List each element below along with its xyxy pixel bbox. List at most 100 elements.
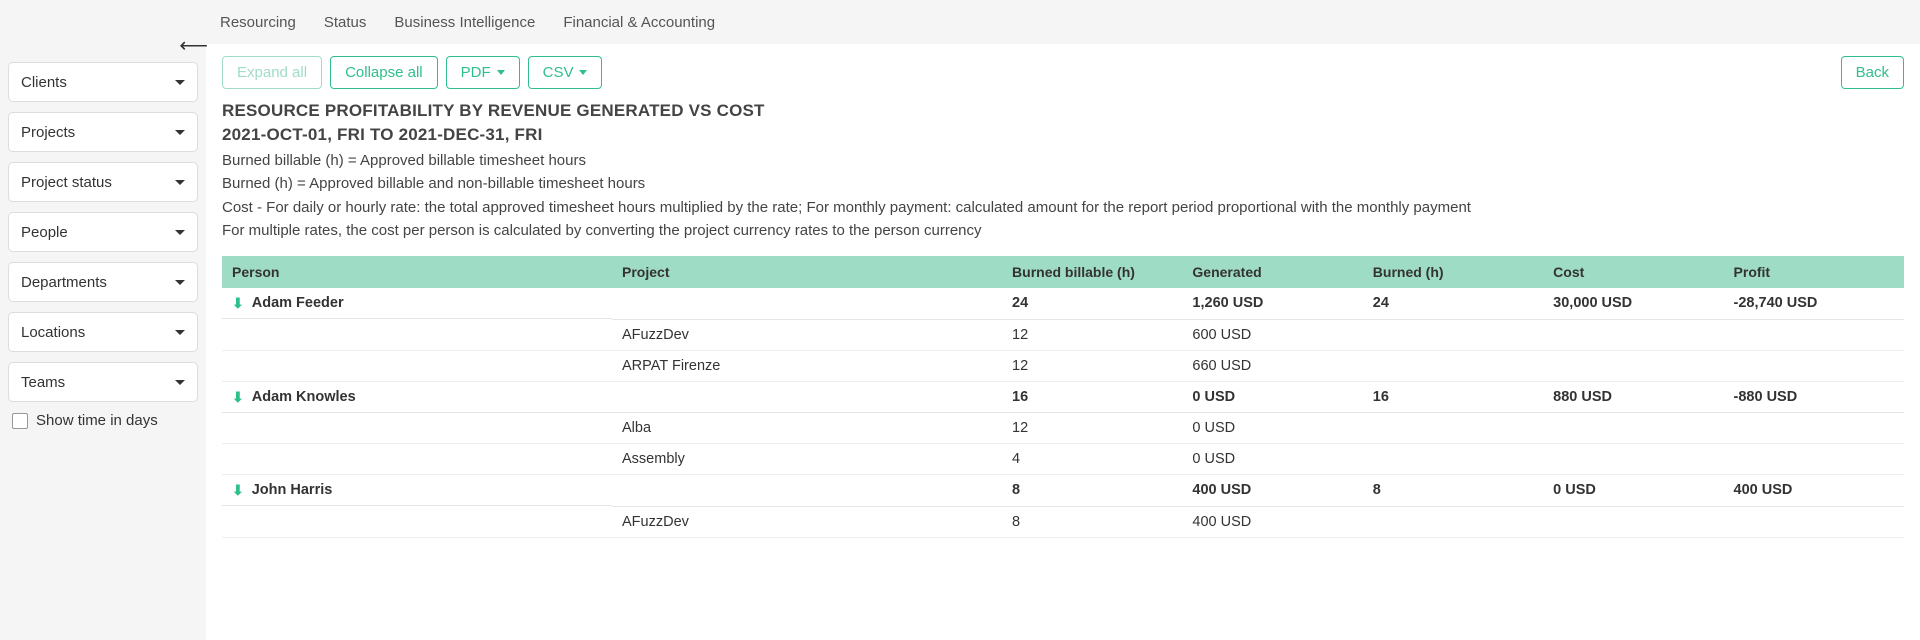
table-group-row[interactable]: ⬇Adam Knowles160 USD16880 USD-880 USD — [222, 381, 1904, 413]
cell-project: Assembly — [612, 444, 1002, 475]
profitability-table: Person Project Burned billable (h) Gener… — [222, 256, 1904, 538]
expand-down-icon[interactable]: ⬇ — [232, 483, 244, 497]
expand-down-icon[interactable]: ⬇ — [232, 296, 244, 310]
collapse-all-button[interactable]: Collapse all — [330, 56, 438, 89]
col-person[interactable]: Person — [222, 256, 612, 288]
cell-burned: 8 — [1363, 475, 1543, 507]
report-header: RESOURCE PROFITABILITY BY REVENUE GENERA… — [222, 101, 1904, 242]
filter-locations[interactable]: Locations — [8, 312, 198, 352]
person-name: Adam Feeder — [252, 295, 344, 311]
table-group-row[interactable]: ⬇John Harris8400 USD80 USD400 USD — [222, 475, 1904, 507]
filter-projects[interactable]: Projects — [8, 112, 198, 152]
person-name: John Harris — [252, 482, 333, 498]
person-name: Adam Knowles — [252, 389, 356, 405]
filter-clients[interactable]: Clients — [8, 62, 198, 102]
cell-burned-billable: 12 — [1002, 413, 1182, 444]
cell-project: ARPAT Firenze — [612, 350, 1002, 381]
cell-project: AFuzzDev — [612, 319, 1002, 350]
report-desc-line: For multiple rates, the cost per person … — [222, 219, 1904, 242]
cell-generated: 1,260 USD — [1182, 288, 1362, 319]
cell-generated: 600 USD — [1182, 319, 1362, 350]
col-burned-billable[interactable]: Burned billable (h) — [1002, 256, 1182, 288]
col-profit[interactable]: Profit — [1724, 256, 1904, 288]
button-label: PDF — [461, 64, 491, 81]
table-row: AFuzzDev12600 USD — [222, 319, 1904, 350]
col-cost[interactable]: Cost — [1543, 256, 1723, 288]
csv-dropdown-button[interactable]: CSV — [528, 56, 603, 89]
chevron-down-icon — [175, 130, 185, 135]
report-date-range: 2021-OCT-01, FRI TO 2021-DEC-31, FRI — [222, 125, 1904, 145]
cell-generated: 0 USD — [1182, 413, 1362, 444]
filter-label: Project status — [21, 174, 112, 191]
table-group-row[interactable]: ⬇Adam Feeder241,260 USD2430,000 USD-28,7… — [222, 288, 1904, 319]
filter-label: Locations — [21, 324, 85, 341]
pdf-dropdown-button[interactable]: PDF — [446, 56, 520, 89]
chevron-down-icon — [497, 70, 505, 75]
cell-project: AFuzzDev — [612, 506, 1002, 537]
sidebar: ⟵ Clients Projects Project status People… — [0, 44, 206, 640]
col-generated[interactable]: Generated — [1182, 256, 1362, 288]
nav-business-intelligence[interactable]: Business Intelligence — [394, 14, 535, 31]
table-row: ARPAT Firenze12660 USD — [222, 350, 1904, 381]
back-button[interactable]: Back — [1841, 56, 1904, 89]
col-burned[interactable]: Burned (h) — [1363, 256, 1543, 288]
table-row: Assembly40 USD — [222, 444, 1904, 475]
show-time-in-days-option[interactable]: Show time in days — [8, 412, 198, 429]
main-content: Expand all Collapse all PDF CSV Back RES… — [206, 44, 1920, 640]
nav-financial-accounting[interactable]: Financial & Accounting — [563, 14, 715, 31]
cell-cost: 0 USD — [1543, 475, 1723, 507]
filter-people[interactable]: People — [8, 212, 198, 252]
cell-burned: 16 — [1363, 381, 1543, 413]
chevron-down-icon — [175, 330, 185, 335]
chevron-down-icon — [175, 380, 185, 385]
filter-departments[interactable]: Departments — [8, 262, 198, 302]
filter-project-status[interactable]: Project status — [8, 162, 198, 202]
cell-cost: 30,000 USD — [1543, 288, 1723, 319]
report-title: RESOURCE PROFITABILITY BY REVENUE GENERA… — [222, 101, 1904, 121]
cell-burned-billable: 24 — [1002, 288, 1182, 319]
cell-project: Alba — [612, 413, 1002, 444]
checkbox-label: Show time in days — [36, 412, 158, 429]
filter-label: Departments — [21, 274, 107, 291]
cell-generated: 0 USD — [1182, 444, 1362, 475]
chevron-down-icon — [579, 70, 587, 75]
cell-profit: 400 USD — [1724, 475, 1904, 507]
top-nav: Resourcing Status Business Intelligence … — [0, 0, 1920, 44]
filter-label: People — [21, 224, 68, 241]
filter-label: Projects — [21, 124, 75, 141]
cell-burned-billable: 12 — [1002, 319, 1182, 350]
col-project[interactable]: Project — [612, 256, 1002, 288]
expand-down-icon[interactable]: ⬇ — [232, 390, 244, 404]
cell-burned-billable: 12 — [1002, 350, 1182, 381]
nav-status[interactable]: Status — [324, 14, 367, 31]
collapse-sidebar-icon[interactable]: ⟵ — [179, 36, 208, 56]
cell-profit: -28,740 USD — [1724, 288, 1904, 319]
expand-all-button[interactable]: Expand all — [222, 56, 322, 89]
cell-burned-billable: 16 — [1002, 381, 1182, 413]
cell-cost: 880 USD — [1543, 381, 1723, 413]
cell-generated: 0 USD — [1182, 381, 1362, 413]
filter-label: Teams — [21, 374, 65, 391]
cell-burned-billable: 8 — [1002, 475, 1182, 507]
cell-generated: 400 USD — [1182, 506, 1362, 537]
table-row: AFuzzDev8400 USD — [222, 506, 1904, 537]
chevron-down-icon — [175, 80, 185, 85]
checkbox-icon[interactable] — [12, 413, 28, 429]
chevron-down-icon — [175, 280, 185, 285]
table-row: Alba120 USD — [222, 413, 1904, 444]
filter-label: Clients — [21, 74, 67, 91]
cell-burned-billable: 8 — [1002, 506, 1182, 537]
button-label: CSV — [543, 64, 574, 81]
report-desc-line: Burned (h) = Approved billable and non-b… — [222, 172, 1904, 195]
chevron-down-icon — [175, 180, 185, 185]
nav-resourcing[interactable]: Resourcing — [220, 14, 296, 31]
report-desc-line: Burned billable (h) = Approved billable … — [222, 149, 1904, 172]
table-header-row: Person Project Burned billable (h) Gener… — [222, 256, 1904, 288]
filter-teams[interactable]: Teams — [8, 362, 198, 402]
chevron-down-icon — [175, 230, 185, 235]
cell-generated: 660 USD — [1182, 350, 1362, 381]
cell-generated: 400 USD — [1182, 475, 1362, 507]
cell-profit: -880 USD — [1724, 381, 1904, 413]
cell-burned-billable: 4 — [1002, 444, 1182, 475]
report-desc-line: Cost - For daily or hourly rate: the tot… — [222, 196, 1904, 219]
